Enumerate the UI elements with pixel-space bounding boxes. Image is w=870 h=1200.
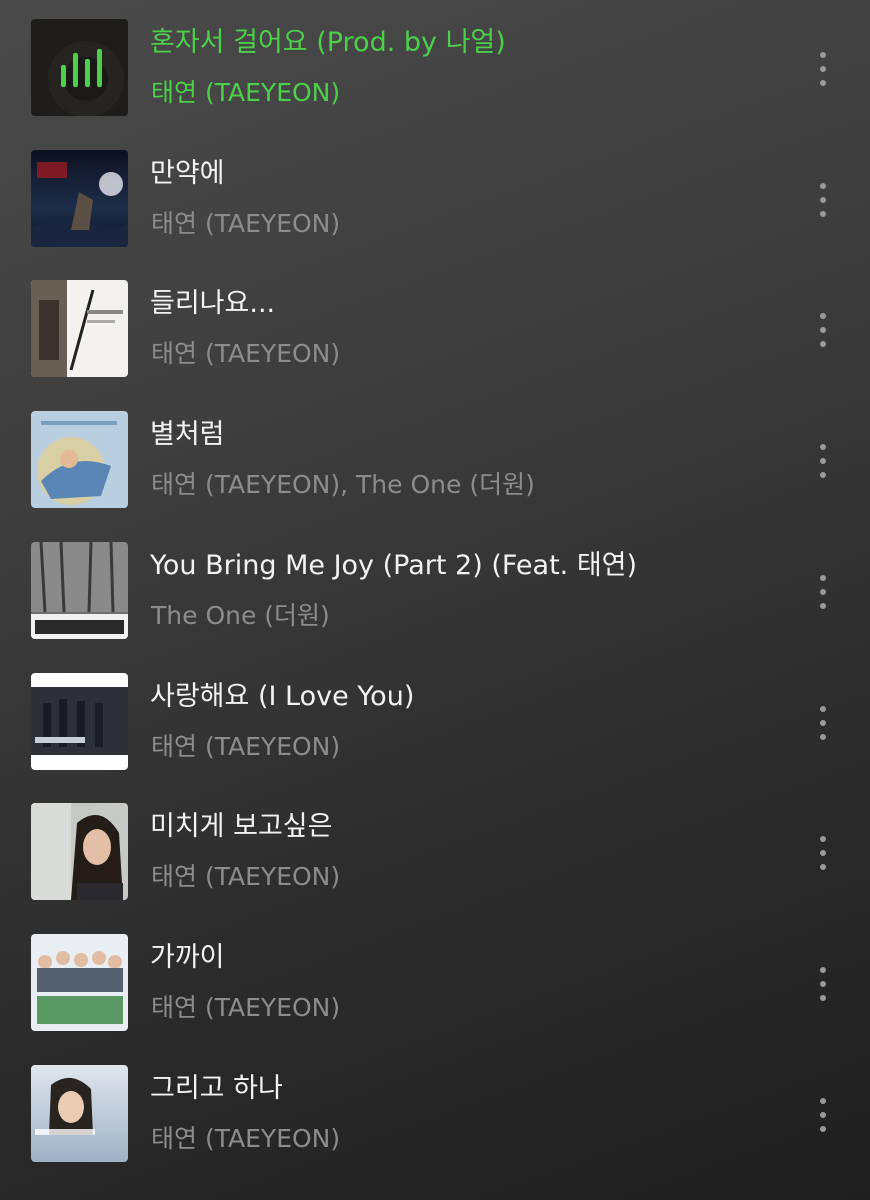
more-vertical-icon[interactable] <box>806 945 840 1023</box>
song-artist: 태연 (TAEYEON) <box>151 339 341 368</box>
album-art-5 <box>31 542 128 639</box>
more-vertical-icon[interactable] <box>806 1076 840 1154</box>
song-row-6[interactable]: 사랑해요 (I Love You) 태연 (TAEYEON) <box>0 654 870 784</box>
more-vertical-icon[interactable] <box>806 553 840 631</box>
song-artist: 태연 (TAEYEON) <box>151 732 341 761</box>
song-row-2[interactable]: 만약에 태연 (TAEYEON) <box>0 131 870 261</box>
song-artist: 태연 (TAEYEON), The One (더원) <box>151 470 535 499</box>
song-title: 들리나요... <box>150 288 276 319</box>
album-art-3 <box>31 280 128 377</box>
song-title: 별처럼 <box>150 419 225 450</box>
song-row-3[interactable]: 들리나요... 태연 (TAEYEON) <box>0 261 870 391</box>
album-art-2 <box>31 150 128 247</box>
song-row-8[interactable]: 가까이 태연 (TAEYEON) <box>0 915 870 1045</box>
song-title: 혼자서 걸어요 (Prod. by 나얼) <box>150 27 506 58</box>
song-title: 사랑해요 (I Love You) <box>150 681 415 712</box>
song-title: 가까이 <box>150 942 225 973</box>
more-vertical-icon[interactable] <box>806 814 840 892</box>
more-vertical-icon[interactable] <box>806 161 840 239</box>
song-row-7[interactable]: 미치게 보고싶은 태연 (TAEYEON) <box>0 784 870 914</box>
song-title: You Bring Me Joy (Part 2) (Feat. 태연) <box>150 550 638 581</box>
song-title: 미치게 보고싶은 <box>150 811 333 842</box>
song-artist: 태연 (TAEYEON) <box>151 209 341 238</box>
song-title: 그리고 하나 <box>150 1073 283 1104</box>
more-vertical-icon[interactable] <box>806 422 840 500</box>
album-art-6 <box>31 673 128 770</box>
more-vertical-icon[interactable] <box>806 684 840 762</box>
album-art-1 <box>31 19 128 116</box>
more-vertical-icon[interactable] <box>806 30 840 108</box>
more-vertical-icon[interactable] <box>806 291 840 369</box>
album-art-8 <box>31 934 128 1031</box>
album-art-4 <box>31 411 128 508</box>
song-row-5[interactable]: You Bring Me Joy (Part 2) (Feat. 태연) The… <box>0 523 870 653</box>
song-artist: 태연 (TAEYEON) <box>151 78 341 107</box>
song-row-1[interactable]: 혼자서 걸어요 (Prod. by 나얼) 태연 (TAEYEON) <box>0 0 870 130</box>
song-row-4[interactable]: 별처럼 태연 (TAEYEON), The One (더원) <box>0 392 870 522</box>
song-title: 만약에 <box>150 158 225 189</box>
song-row-9[interactable]: 그리고 하나 태연 (TAEYEON) <box>0 1046 870 1176</box>
song-artist: 태연 (TAEYEON) <box>151 1124 341 1153</box>
song-artist: 태연 (TAEYEON) <box>151 993 341 1022</box>
song-list: 혼자서 걸어요 (Prod. by 나얼) 태연 (TAEYEON) 만약에 태… <box>0 0 870 1200</box>
album-art-7 <box>31 803 128 900</box>
song-artist: The One (더원) <box>151 601 330 630</box>
song-artist: 태연 (TAEYEON) <box>151 862 341 891</box>
album-art-9 <box>31 1065 128 1162</box>
